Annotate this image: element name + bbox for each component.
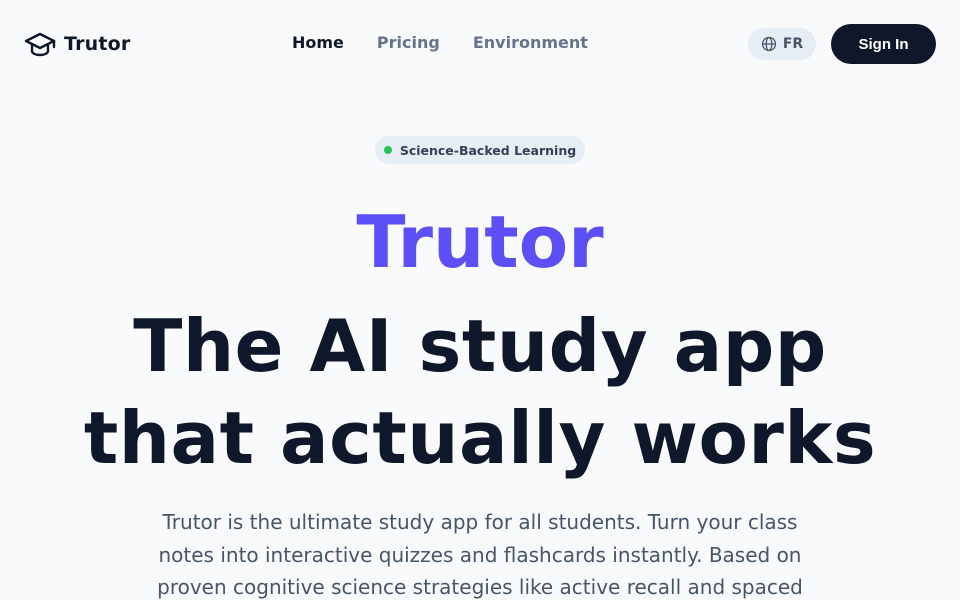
logo[interactable]: Trutor: [24, 30, 130, 58]
site-header: Trutor Home Pricing Environment FR Sign …: [0, 0, 960, 88]
nav-home-link[interactable]: Home: [292, 32, 344, 54]
brand-title: Trutor: [356, 200, 604, 284]
nav-pricing-link[interactable]: Pricing: [377, 32, 440, 54]
language-label: FR: [782, 36, 804, 52]
graduation-cap-icon: [24, 32, 56, 57]
main-nav: Home Pricing Environment: [292, 32, 588, 54]
sign-in-button[interactable]: Sign In: [831, 24, 936, 64]
logo-text: Trutor: [64, 33, 131, 55]
hero-headline: The AI study app that actually works: [83, 304, 877, 480]
badge-label: Science-Backed Learning: [399, 142, 577, 158]
language-toggle-button[interactable]: FR: [748, 28, 816, 60]
landing-page: Trutor Home Pricing Environment FR Sign …: [0, 0, 960, 600]
nav-environment-link[interactable]: Environment: [473, 32, 588, 54]
globe-icon: [761, 36, 776, 52]
status-dot: [383, 146, 392, 154]
science-badge: Science-Backed Learning: [375, 136, 585, 164]
hero-description: Trutor is the ultimate study app for all…: [157, 510, 803, 599]
